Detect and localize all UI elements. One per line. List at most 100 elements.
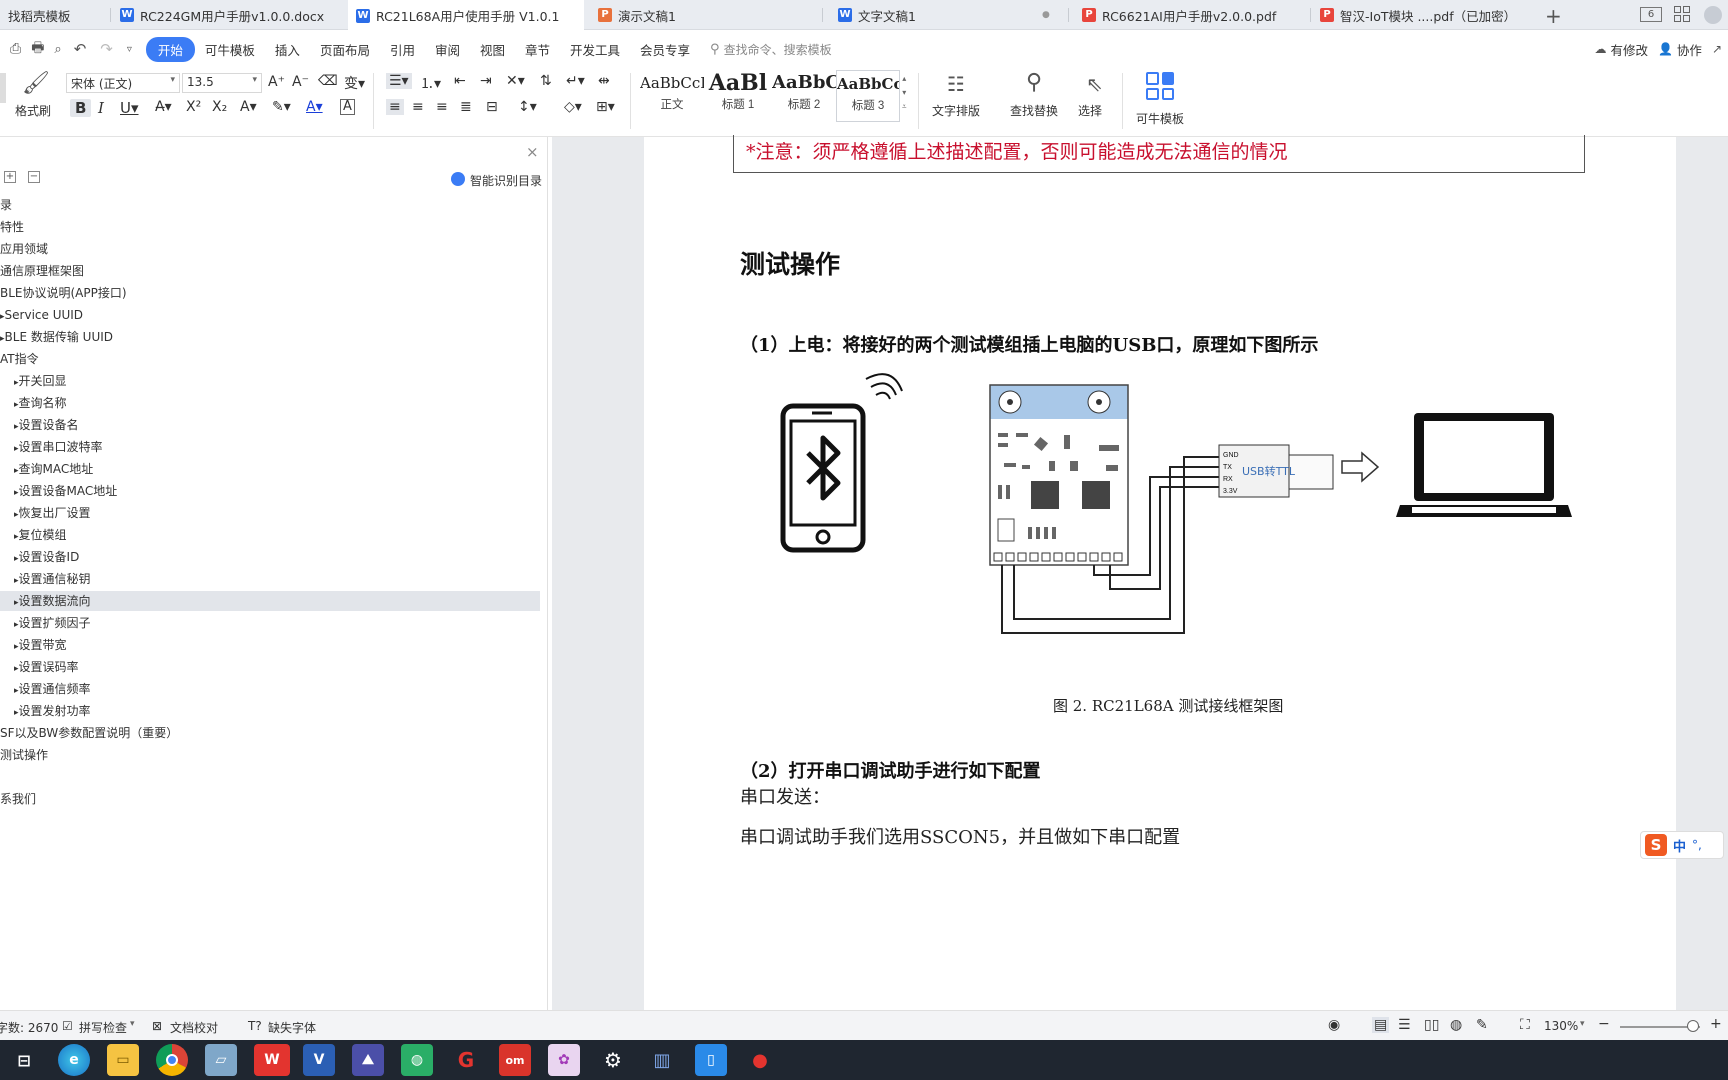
menu-section[interactable]: 章节 <box>515 40 560 59</box>
toc-item[interactable]: AT指令 <box>0 349 39 369</box>
toc-item[interactable]: ▸设置设备MAC地址 <box>0 481 117 501</box>
toc-item[interactable]: ▸设置设备ID <box>0 547 79 567</box>
text-effect-icon[interactable]: A▾ <box>240 99 257 115</box>
toc-item[interactable]: 特性 <box>0 217 24 237</box>
toc-item[interactable]: ▸复位模组 <box>0 525 67 545</box>
italic-button[interactable]: I <box>98 99 104 117</box>
text-layout-button[interactable]: 文字排版 <box>932 102 980 119</box>
font-name-select[interactable]: 宋体 (正文) ▾ <box>66 73 180 93</box>
template-grid-icon[interactable] <box>1146 72 1174 100</box>
template-button[interactable]: 可牛模板 <box>1136 110 1184 127</box>
numbered-list-icon[interactable]: ⒈▾ <box>420 73 441 93</box>
toc-item[interactable]: 通信原理框架图 <box>0 261 84 281</box>
show-marks-icon[interactable]: ↵▾ <box>566 73 585 89</box>
web-view-icon[interactable]: ◍ <box>1450 1017 1462 1033</box>
align-center-icon[interactable]: ≡ <box>412 99 424 115</box>
collaborate-button[interactable]: 协作 <box>1673 40 1712 59</box>
select-button[interactable]: 选择 <box>1078 102 1102 119</box>
edge-icon[interactable]: e <box>58 1044 90 1076</box>
tab-rc6621ai[interactable]: P RC6621AI用户手册v2.0.0.pdf <box>1074 0 1304 30</box>
style-normal[interactable]: AaBbCcI 正文 <box>640 70 704 122</box>
superscript-icon[interactable]: X² <box>186 99 201 115</box>
zoom-in-icon[interactable]: + <box>1710 1016 1722 1032</box>
save-icon[interactable]: ⎙ <box>10 41 21 57</box>
file-explorer-icon[interactable]: ▭ <box>107 1044 139 1076</box>
menu-page-layout[interactable]: 页面布局 <box>310 40 380 59</box>
avatar-icon[interactable] <box>1704 6 1722 24</box>
font-size-select[interactable]: 13.5 ▾ <box>182 73 262 93</box>
record-app-icon[interactable]: ● <box>744 1044 776 1076</box>
print-preview-icon[interactable]: ⌕ <box>54 42 61 57</box>
share-icon[interactable]: ↗ <box>1712 42 1722 56</box>
toc-item[interactable]: 测试操作 <box>0 745 48 765</box>
align-left-icon[interactable]: ≡ <box>386 99 404 115</box>
bold-button[interactable]: B <box>70 99 92 117</box>
reading-view-icon[interactable]: ▯▯ <box>1424 1017 1439 1033</box>
select-cursor-icon[interactable]: ⇖ <box>1086 72 1103 96</box>
page-view-icon[interactable]: ▤ <box>1372 1017 1390 1033</box>
decrease-indent-icon[interactable]: ⇤ <box>454 73 466 89</box>
toc-item[interactable]: ▸Service UUID <box>0 305 83 325</box>
format-painter-button[interactable]: 格式刷 <box>15 102 51 119</box>
toc-item[interactable]: ▸开关回显 <box>0 371 67 391</box>
doc-check-button[interactable]: 文档校对 <box>170 1019 218 1036</box>
align-right-icon[interactable]: ≡ <box>436 99 448 115</box>
borders-icon[interactable]: ⊞▾ <box>596 99 615 115</box>
toc-item[interactable]: 系我们 <box>0 789 36 809</box>
menu-review[interactable]: 审阅 <box>425 40 470 59</box>
smart-toc-button[interactable]: 智能识别目录 <box>470 172 542 189</box>
justify-icon[interactable]: ≣ <box>460 99 472 115</box>
grow-font-icon[interactable]: A⁺ <box>268 74 285 90</box>
toc-item[interactable]: ▸设置误码率 <box>0 657 79 677</box>
distribute-icon[interactable]: ⊟ <box>486 99 498 115</box>
underline-button[interactable]: U▾ <box>120 99 139 117</box>
tab-ruler-icon[interactable]: ⇹ <box>598 73 610 89</box>
building-app-icon[interactable]: ▥ <box>646 1044 678 1076</box>
write-view-icon[interactable]: ✎ <box>1476 1017 1488 1033</box>
undo-icon[interactable]: ↶ <box>74 40 87 58</box>
figure-caption[interactable]: 图 2. RC21L68A 测试接线框架图 <box>1053 695 1283 716</box>
palette-app-icon[interactable]: ✿ <box>548 1044 580 1076</box>
toc-item[interactable]: 应用领域 <box>0 239 48 259</box>
menu-member[interactable]: 会员专享 <box>630 40 700 59</box>
style-heading-2[interactable]: AaBbC 标题 2 <box>772 70 836 122</box>
missing-fonts-button[interactable]: 缺失字体 <box>268 1019 316 1036</box>
phone-app-icon[interactable]: ▯ <box>695 1044 727 1076</box>
settings-icon[interactable]: ⚙ <box>597 1044 629 1076</box>
tab-zhihan-iot[interactable]: P 智汉-IoT模块 ....pdf（已加密） <box>1312 0 1542 30</box>
new-tab-plus-icon[interactable]: + <box>1545 4 1562 28</box>
collapse-all-icon[interactable]: − <box>28 171 40 183</box>
grid-apps-icon[interactable] <box>1674 6 1690 22</box>
close-pane-icon[interactable]: × <box>526 143 539 161</box>
font-color-icon[interactable]: A▾ <box>306 99 323 115</box>
strikethrough-icon[interactable]: A̶▾ <box>155 99 172 115</box>
toc-item[interactable]: ▸查询MAC地址 <box>0 459 93 479</box>
zoom-level[interactable]: 130% <box>1544 1019 1578 1033</box>
shading-icon[interactable]: ◇▾ <box>564 99 582 115</box>
phonetic-icon[interactable]: 变▾ <box>344 73 365 93</box>
modified-status[interactable]: 有修改 <box>1606 40 1658 59</box>
command-search-input[interactable]: 查找命令、搜索模板 <box>724 41 832 58</box>
shrink-font-icon[interactable]: A⁻ <box>292 74 309 90</box>
toc-item[interactable]: 录 <box>0 195 12 215</box>
spell-check-button[interactable]: 拼写检查 <box>79 1019 127 1036</box>
tab-daoke[interactable]: 找稻壳模板 <box>0 0 110 30</box>
char-border-icon[interactable]: A <box>340 99 355 115</box>
paragraph-serial-send[interactable]: 串口发送： <box>740 783 830 809</box>
toc-item[interactable]: ▸查询名称 <box>0 393 67 413</box>
redo-icon[interactable]: ↷ <box>100 40 113 58</box>
toc-item[interactable]: ▸设置通信秘钥 <box>0 569 91 589</box>
red-app-icon[interactable]: G <box>450 1044 482 1076</box>
toc-item[interactable]: ▸设置带宽 <box>0 635 67 655</box>
toc-item[interactable]: ▸设置通信频率 <box>0 679 91 699</box>
toc-item[interactable]: ▸设置数据流向 <box>0 591 540 611</box>
menu-references[interactable]: 引用 <box>380 40 425 59</box>
customize-icon[interactable]: ▿ <box>127 44 132 55</box>
notice-text[interactable]: *注意：须严格遵循上述描述配置，否则可能造成无法通信的情况 <box>746 137 1288 164</box>
notes-app-icon[interactable]: ▱ <box>205 1044 237 1076</box>
zoom-out-icon[interactable]: − <box>1598 1016 1610 1032</box>
wps-writer-icon[interactable]: W <box>254 1044 290 1076</box>
tab-count-badge[interactable]: 6 <box>1640 7 1662 22</box>
style-heading-3[interactable]: AaBbCcI 标题 3 <box>836 70 900 122</box>
eye-protect-icon[interactable]: ◉ <box>1328 1017 1340 1033</box>
